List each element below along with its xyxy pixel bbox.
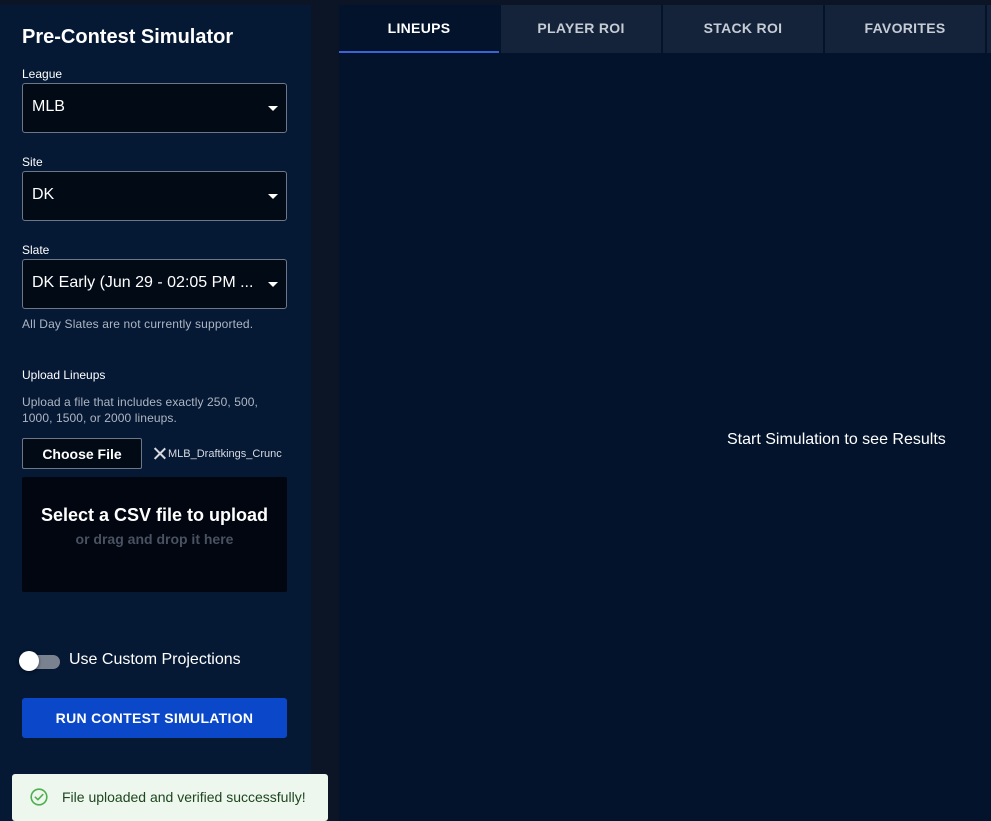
site-select-value: DK — [32, 186, 55, 203]
dropzone-title: Select a CSV file to upload — [40, 505, 269, 525]
custom-projections-label: Use Custom Projections — [69, 651, 241, 668]
site-label: Site — [22, 155, 43, 169]
toast-message: File uploaded and verified successfully! — [62, 789, 306, 805]
tab-lineups[interactable]: LINEUPS — [339, 5, 499, 53]
tab-label: STACK ROI — [703, 20, 783, 36]
tab-stack-roi[interactable]: STACK ROI — [663, 5, 823, 53]
tab-label: PLAYER ROI — [537, 20, 625, 36]
tab-player-roi[interactable]: PLAYER ROI — [501, 5, 661, 53]
caret-down-icon — [268, 282, 278, 287]
choose-file-button[interactable]: Choose File — [22, 438, 142, 469]
tab-label: LINEUPS — [387, 20, 451, 36]
slate-select[interactable]: DK Early (Jun 29 - 02:05 PM ... — [22, 259, 287, 309]
empty-results-message: Start Simulation to see Results — [727, 431, 946, 448]
sidebar: Pre-Contest Simulator League MLB Site DK… — [0, 5, 311, 821]
toggle-thumb — [19, 651, 39, 671]
custom-projections-toggle[interactable] — [19, 650, 61, 672]
success-toast: File uploaded and verified successfully! — [12, 774, 328, 821]
league-select[interactable]: MLB — [22, 83, 287, 133]
run-contest-simulation-button[interactable]: RUN CONTEST SIMULATION — [22, 698, 287, 738]
sidebar-title: Pre-Contest Simulator — [22, 26, 234, 48]
slate-label: Slate — [22, 243, 50, 257]
slate-select-value: DK Early (Jun 29 - 02:05 PM ... — [32, 274, 254, 291]
upload-lineups-label: Upload Lineups — [22, 368, 106, 382]
site-select[interactable]: DK — [22, 171, 287, 221]
csv-dropzone[interactable]: Select a CSV file to upload or drag and … — [22, 477, 287, 592]
league-label: League — [22, 67, 63, 81]
tab-favorites[interactable]: FAVORITES — [825, 5, 985, 53]
tab-bar-edge — [987, 5, 991, 53]
active-tab-indicator — [339, 51, 499, 53]
app-root: Pre-Contest Simulator League MLB Site DK… — [0, 0, 991, 821]
selected-file-chip: MLB_Draftkings_Crunc — [153, 445, 287, 463]
results-panel: LINEUPS PLAYER ROI STACK ROI FAVORITES S… — [339, 5, 991, 821]
dropzone-subtitle: or drag and drop it here — [75, 531, 234, 547]
league-select-value: MLB — [32, 98, 65, 115]
tab-label: FAVORITES — [864, 20, 946, 36]
check-circle-icon — [30, 788, 48, 806]
caret-down-icon — [268, 106, 278, 111]
slate-helper-text: All Day Slates are not currently support… — [22, 317, 254, 331]
close-icon[interactable] — [153, 447, 166, 460]
upload-description: Upload a file that includes exactly 250,… — [22, 395, 258, 425]
selected-file-name: MLB_Draftkings_Crunc — [168, 447, 282, 460]
caret-down-icon — [268, 194, 278, 199]
